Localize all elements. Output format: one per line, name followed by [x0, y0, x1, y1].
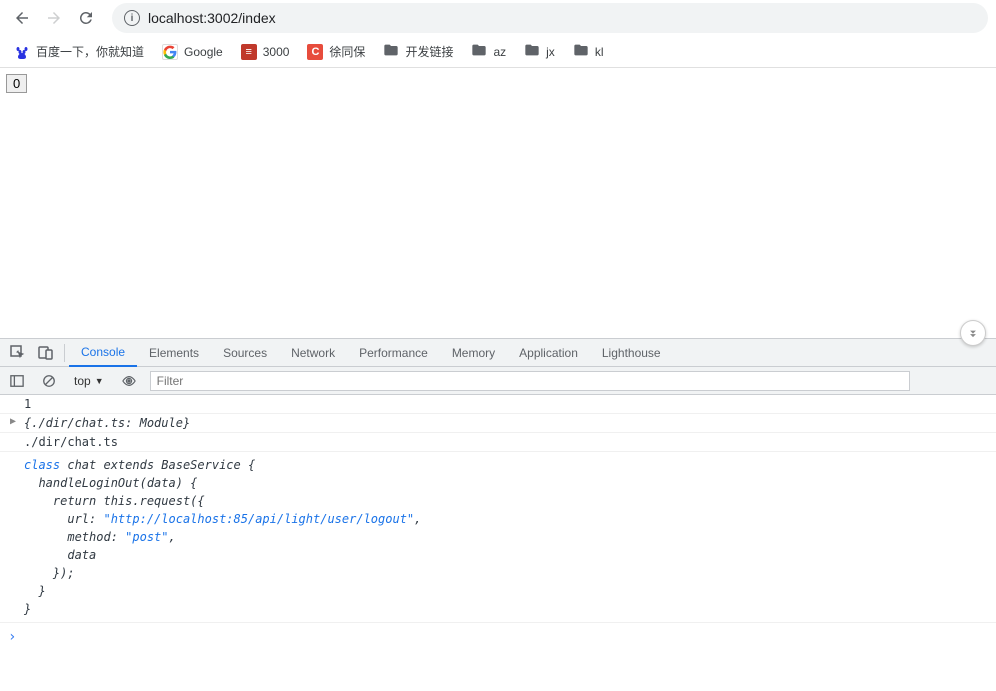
browser-toolbar: i localhost:3002/index — [0, 0, 996, 36]
tab-sources[interactable]: Sources — [211, 340, 279, 366]
live-expression-button[interactable] — [118, 370, 140, 392]
sidebar-icon — [10, 374, 24, 388]
google-icon — [162, 44, 178, 60]
devtools-panel: Console Elements Sources Network Perform… — [0, 338, 996, 645]
dropdown-icon: ▼ — [95, 376, 104, 386]
folder-icon — [471, 42, 487, 61]
bookmark-3000[interactable]: ≡ 3000 — [241, 44, 290, 60]
arrow-right-icon — [45, 9, 63, 27]
bookmark-label: 开发链接 — [405, 43, 453, 60]
back-button[interactable] — [8, 4, 36, 32]
tab-application[interactable]: Application — [507, 340, 590, 366]
bookmark-jx[interactable]: jx — [524, 42, 555, 61]
baidu-icon — [14, 44, 30, 60]
bookmark-label: kl — [595, 45, 604, 59]
folder-icon — [573, 42, 589, 61]
eye-icon — [122, 374, 136, 388]
bookmark-az[interactable]: az — [471, 42, 506, 61]
bookmark-devlinks[interactable]: 开发链接 — [383, 42, 453, 61]
tab-lighthouse[interactable]: Lighthouse — [590, 340, 673, 366]
folder-icon — [524, 42, 540, 61]
number-icon: ≡ — [241, 44, 257, 60]
console-output: 1 {./dir/chat.ts: Module} ./dir/chat.ts … — [0, 395, 996, 645]
c-icon: C — [307, 44, 323, 60]
bookmark-google[interactable]: Google — [162, 44, 223, 60]
forward-button[interactable] — [40, 4, 68, 32]
clear-icon — [42, 374, 56, 388]
counter-button[interactable]: 0 — [6, 74, 27, 93]
arrow-left-icon — [13, 9, 31, 27]
bookmark-label: 徐同保 — [329, 43, 365, 60]
folder-icon — [383, 42, 399, 61]
bookmark-baidu[interactable]: 百度一下，你就知道 — [14, 43, 144, 60]
tab-elements[interactable]: Elements — [137, 340, 211, 366]
device-toggle-button[interactable] — [32, 340, 60, 366]
site-info-icon[interactable]: i — [124, 10, 140, 26]
bookmark-label: 3000 — [263, 45, 290, 59]
tab-network[interactable]: Network — [279, 340, 347, 366]
filter-input[interactable] — [150, 371, 910, 391]
tab-console[interactable]: Console — [69, 339, 137, 367]
context-label: top — [74, 374, 91, 388]
context-selector[interactable]: top ▼ — [70, 374, 108, 388]
chevron-down-icon — [966, 326, 980, 340]
tab-performance[interactable]: Performance — [347, 340, 440, 366]
console-prompt[interactable]: › — [0, 623, 996, 645]
console-log-line[interactable]: 1 — [0, 395, 996, 414]
address-bar[interactable]: i localhost:3002/index — [112, 3, 988, 33]
console-object-line[interactable]: {./dir/chat.ts: Module} — [0, 414, 996, 433]
clear-console-button[interactable] — [38, 370, 60, 392]
bookmark-xutongbao[interactable]: C 徐同保 — [307, 43, 365, 60]
bookmark-label: jx — [546, 45, 555, 59]
sidebar-toggle-button[interactable] — [6, 370, 28, 392]
devtools-tabbar: Console Elements Sources Network Perform… — [0, 339, 996, 367]
page-content: 0 — [0, 68, 996, 338]
reload-button[interactable] — [72, 4, 100, 32]
url-text: localhost:3002/index — [148, 10, 276, 26]
bookmark-label: az — [493, 45, 506, 59]
inspect-icon — [10, 345, 26, 361]
console-path-line[interactable]: ./dir/chat.ts — [0, 433, 996, 452]
bookmark-label: Google — [184, 45, 223, 59]
device-icon — [38, 345, 54, 361]
console-code-block[interactable]: class chat extends BaseService { handleL… — [0, 452, 996, 623]
console-toolbar: top ▼ — [0, 367, 996, 395]
bookmarks-bar: 百度一下，你就知道 Google ≡ 3000 C 徐同保 开发链接 az jx… — [0, 36, 996, 68]
inspect-button[interactable] — [4, 340, 32, 366]
bookmark-label: 百度一下，你就知道 — [36, 43, 144, 60]
bookmark-kl[interactable]: kl — [573, 42, 604, 61]
tab-memory[interactable]: Memory — [440, 340, 507, 366]
drag-handle[interactable] — [960, 320, 986, 346]
reload-icon — [77, 9, 95, 27]
